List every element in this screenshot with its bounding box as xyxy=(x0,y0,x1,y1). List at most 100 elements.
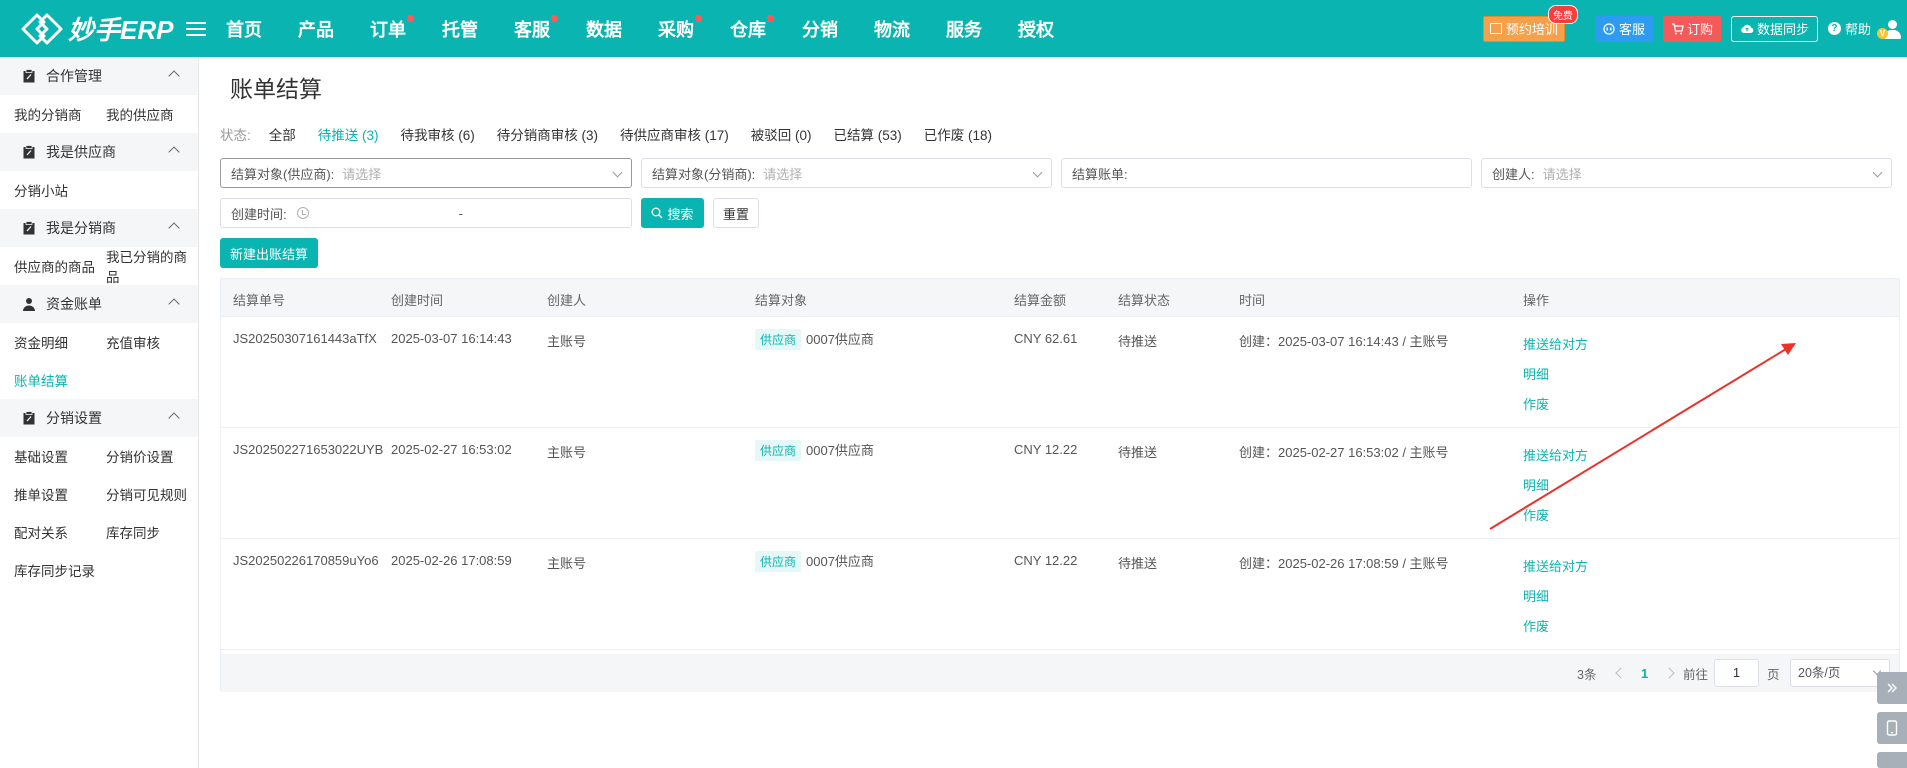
detail-link[interactable]: 明细 xyxy=(1523,475,1588,494)
sidebar-item[interactable]: 账单结算 xyxy=(14,370,106,390)
void-link[interactable]: 作废 xyxy=(1523,505,1588,524)
status-filter-item[interactable]: 已结算 (53) xyxy=(834,124,902,144)
row-actions: 推送给对方 明细 作废 xyxy=(1523,334,1588,413)
sidebar-item[interactable]: 库存同步记录 xyxy=(14,560,134,580)
nav-item-label: 授权 xyxy=(1018,19,1054,40)
nav-item[interactable]: 采购 xyxy=(658,14,702,42)
created-time-range[interactable]: 创建时间: - xyxy=(220,198,632,228)
chevron-left-icon[interactable] xyxy=(1615,667,1627,679)
nav-item[interactable]: 授权 xyxy=(1018,16,1054,42)
clipboard-icon xyxy=(23,221,35,235)
nav-item[interactable]: 托管 xyxy=(442,16,478,42)
feedback-button[interactable] xyxy=(1877,752,1907,768)
headset-icon xyxy=(1603,22,1615,35)
nav-item[interactable]: 首页 xyxy=(226,16,262,42)
sidebar-item[interactable]: 配对关系 xyxy=(14,522,106,542)
creator-select[interactable]: 创建人: 请选择 xyxy=(1481,158,1892,188)
bill-input[interactable]: 结算账单: xyxy=(1061,158,1472,188)
pagination-current-page[interactable]: 1 xyxy=(1641,666,1648,681)
customer-service-button[interactable]: 客服 xyxy=(1594,15,1653,42)
sidebar-item[interactable]: 我已分销的商品 xyxy=(106,246,198,286)
page-size-select[interactable]: 20条/页 xyxy=(1790,659,1890,687)
column-header: 结算状态 xyxy=(1118,293,1171,308)
sidebar-item[interactable]: 推单设置 xyxy=(14,484,106,504)
sidebar-row: 账单结算 xyxy=(0,361,198,399)
creator: 主账号 xyxy=(547,334,587,349)
nav-item[interactable]: 仓库 xyxy=(730,14,774,42)
void-link[interactable]: 作废 xyxy=(1523,394,1588,413)
data-sync-button[interactable]: 数据同步 xyxy=(1730,15,1818,42)
nav-item[interactable]: 客服 xyxy=(514,14,558,42)
sidebar-item[interactable]: 供应商的商品 xyxy=(14,256,106,276)
nav-item[interactable]: 订单 xyxy=(370,14,414,42)
search-button-label: 搜索 xyxy=(667,206,694,222)
help-link[interactable]: ? 帮助 xyxy=(1827,19,1871,38)
table-body: JS20250307161443aTfX 2025-03-07 16:14:43 主… xyxy=(221,317,1899,650)
supplier-select[interactable]: 结算对象(供应商): 请选择 xyxy=(220,158,632,188)
status-filter-item[interactable]: 待推送 (3) xyxy=(318,124,379,144)
supplier-tag: 供应商 xyxy=(755,551,802,572)
chevron-up-icon[interactable] xyxy=(168,298,180,310)
status-filter-item[interactable]: 待我审核 (6) xyxy=(401,124,475,144)
nav-item[interactable]: 服务 xyxy=(946,16,982,42)
pagination-total: 3条 xyxy=(1577,667,1597,682)
pagination-goto-input[interactable]: 1 xyxy=(1714,659,1759,687)
nav-item[interactable]: 数据 xyxy=(586,16,622,42)
settlement-no: JS20250307161443aTfX xyxy=(233,331,377,346)
push-to-counterparty-link[interactable]: 推送给对方 xyxy=(1523,445,1588,464)
sidebar-group-header[interactable]: 资金账单 xyxy=(0,285,198,323)
table-row: JS202502271653022UYB 2025-02-27 16:53:02 主… xyxy=(221,428,1899,539)
status-filter-item[interactable]: 全部 xyxy=(269,124,296,144)
status-filter-item[interactable]: 被驳回 (0) xyxy=(751,124,812,144)
nav-item[interactable]: 物流 xyxy=(874,16,910,42)
sidebar-group-header[interactable]: 合作管理 xyxy=(0,57,198,95)
pagination-page-unit: 页 xyxy=(1767,667,1780,682)
sidebar-item[interactable]: 资金明细 xyxy=(14,332,106,352)
column-header: 结算金额 xyxy=(1014,293,1067,308)
nav-item-label: 数据 xyxy=(586,19,622,40)
sidebar-item[interactable]: 基础设置 xyxy=(14,446,106,466)
detail-link[interactable]: 明细 xyxy=(1523,586,1588,605)
chevron-up-icon[interactable] xyxy=(168,222,180,234)
chevron-up-icon[interactable] xyxy=(168,146,180,158)
chevron-right-icon[interactable] xyxy=(1663,667,1675,679)
reset-button[interactable]: 重置 xyxy=(713,198,759,228)
new-settlement-button[interactable]: 新建出账结算 xyxy=(220,238,318,268)
detail-link[interactable]: 明细 xyxy=(1523,364,1588,383)
sidebar-item[interactable]: 分销可见规则 xyxy=(106,484,198,504)
book-training-button[interactable]: 预约培训 免费 xyxy=(1482,4,1578,42)
nav-item[interactable]: 分销 xyxy=(802,16,838,42)
push-to-counterparty-link[interactable]: 推送给对方 xyxy=(1523,556,1588,575)
status-filter-item[interactable]: 待供应商审核 (17) xyxy=(620,124,729,144)
app-logo[interactable]: 妙手ERP xyxy=(0,10,200,47)
sidebar-item[interactable]: 库存同步 xyxy=(106,522,198,542)
subscribe-button[interactable]: 订购 xyxy=(1662,15,1721,42)
nav-item[interactable]: 产品 xyxy=(298,16,334,42)
expand-panel-button[interactable] xyxy=(1877,672,1907,704)
user-avatar-icon[interactable]: V xyxy=(1877,18,1903,40)
sidebar-row: 库存同步记录 xyxy=(0,551,198,589)
sidebar-item[interactable]: 充值审核 xyxy=(106,332,198,352)
help-label: 帮助 xyxy=(1844,22,1871,37)
menu-toggle-icon[interactable] xyxy=(186,21,206,36)
sidebar-group-header[interactable]: 我是分销商 xyxy=(0,209,198,247)
nav-item-label: 订单 xyxy=(370,19,406,40)
push-to-counterparty-link[interactable]: 推送给对方 xyxy=(1523,334,1588,353)
search-button[interactable]: 搜索 xyxy=(641,198,704,228)
sidebar-group-header[interactable]: 分销设置 xyxy=(0,399,198,437)
bill-input-label: 结算账单: xyxy=(1072,166,1128,182)
sidebar-item[interactable]: 分销价设置 xyxy=(106,446,198,466)
sidebar-item[interactable]: 我的分销商 xyxy=(14,104,106,124)
status-filter-item[interactable]: 已作废 (18) xyxy=(924,124,992,144)
sidebar-row: 基础设置 分销价设置 xyxy=(0,437,198,475)
mobile-view-button[interactable] xyxy=(1877,712,1907,744)
sidebar-item[interactable]: 我的供应商 xyxy=(106,104,198,124)
chevron-up-icon[interactable] xyxy=(168,70,180,82)
logo-icon xyxy=(21,13,63,44)
sidebar-group-header[interactable]: 我是供应商 xyxy=(0,133,198,171)
distributor-select[interactable]: 结算对象(分销商): 请选择 xyxy=(641,158,1052,188)
chevron-up-icon[interactable] xyxy=(168,412,180,424)
void-link[interactable]: 作废 xyxy=(1523,616,1588,635)
sidebar-item[interactable]: 分销小站 xyxy=(14,180,106,200)
status-filter-item[interactable]: 待分销商审核 (3) xyxy=(497,124,598,144)
